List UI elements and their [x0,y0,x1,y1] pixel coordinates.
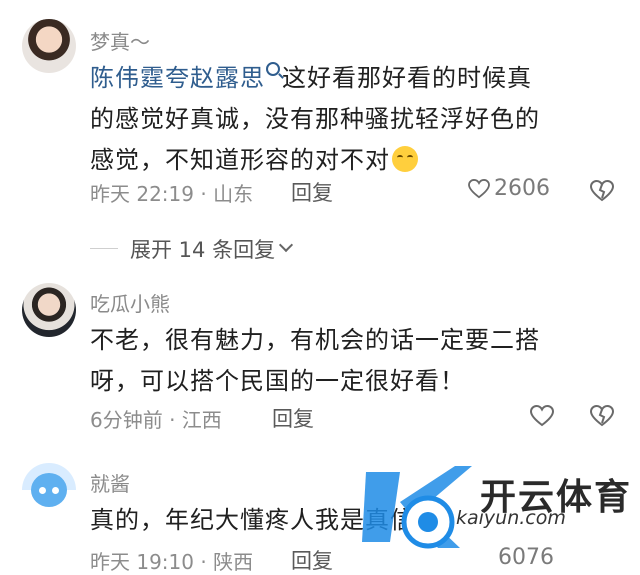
dislike-icon[interactable] [590,405,614,427]
avatar[interactable] [22,19,76,73]
reply-button[interactable]: 回复 [272,403,314,433]
heart-icon[interactable] [530,405,554,427]
avatar[interactable] [22,283,76,337]
avatar[interactable] [22,463,76,517]
search-icon [266,62,280,76]
comment-text: 不老，很有魅力，有机会的话一定要二搭 呀，可以搭个民国的一定很好看！ [90,326,540,395]
like-count: 2606 [494,176,550,201]
comment-author-name[interactable]: 梦真～ [90,26,150,55]
comment-author-name[interactable]: 吃瓜小熊 [90,288,170,317]
chevron-down-icon [279,237,294,253]
watermark-domain: kaiyun.com [456,507,566,529]
heart-icon [468,178,490,198]
dislike-icon[interactable] [590,180,614,202]
reply-button[interactable]: 回复 [291,177,333,207]
comment-text: 陈伟霆夸赵露思 这好看那好看的时候真 的感觉好真诚，没有那种骚扰轻浮好色的 感觉，… [90,62,540,174]
cartoon-face-icon [31,473,67,507]
comment-meta: 昨天 22:19 · 山东 [90,182,254,206]
divider [90,248,118,249]
expand-replies-button[interactable]: 展开 14 条回复 [130,234,294,264]
like-button[interactable]: 2606 [468,176,550,201]
reply-button[interactable]: 回复 [291,545,333,575]
comment-meta: 6分钟前 · 江西 [90,408,222,432]
mention-link[interactable]: 陈伟霆夸赵露思 [90,64,265,92]
crying-laugh-emoji-icon [392,146,418,172]
comment-meta: 昨天 19:10 · 陕西 [90,550,254,574]
comment-author-name[interactable]: 就酱 [90,468,130,497]
